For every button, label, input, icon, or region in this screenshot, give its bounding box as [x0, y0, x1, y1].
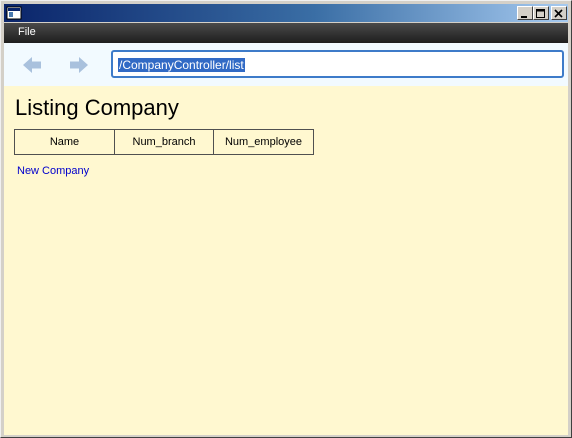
maximize-button[interactable]: [533, 6, 549, 20]
maximize-icon: [536, 4, 546, 23]
close-button[interactable]: [551, 6, 567, 20]
menu-bar: File: [4, 23, 568, 43]
column-header-num-branch: Num_branch: [114, 129, 214, 155]
minimize-icon: [520, 4, 530, 23]
navigation-toolbar: /CompanyController/list: [4, 43, 568, 86]
column-header-num-employee: Num_employee: [213, 129, 314, 155]
menu-item-file[interactable]: File: [18, 26, 36, 38]
page-title: Listing Company: [15, 95, 179, 120]
back-arrow-icon: [21, 57, 43, 80]
forward-button[interactable]: [68, 54, 90, 76]
title-bar[interactable]: [4, 4, 568, 22]
back-button[interactable]: [21, 54, 43, 76]
table-header-row: Name Num_branch Num_employee: [14, 129, 314, 155]
column-header-name: Name: [14, 129, 115, 155]
close-icon: [554, 4, 564, 23]
new-company-link[interactable]: New Company: [17, 165, 89, 177]
app-window: File /CompanyController/list Listing Com…: [0, 0, 572, 438]
company-table: Name Num_branch Num_employee: [14, 129, 314, 155]
app-icon: [6, 5, 22, 21]
forward-arrow-icon: [68, 57, 90, 80]
minimize-button[interactable]: [517, 6, 533, 20]
page-content: Listing Company Name Num_branch Num_empl…: [4, 86, 568, 435]
address-bar[interactable]: /CompanyController/list: [111, 50, 564, 78]
address-input-value[interactable]: /CompanyController/list: [118, 58, 245, 72]
